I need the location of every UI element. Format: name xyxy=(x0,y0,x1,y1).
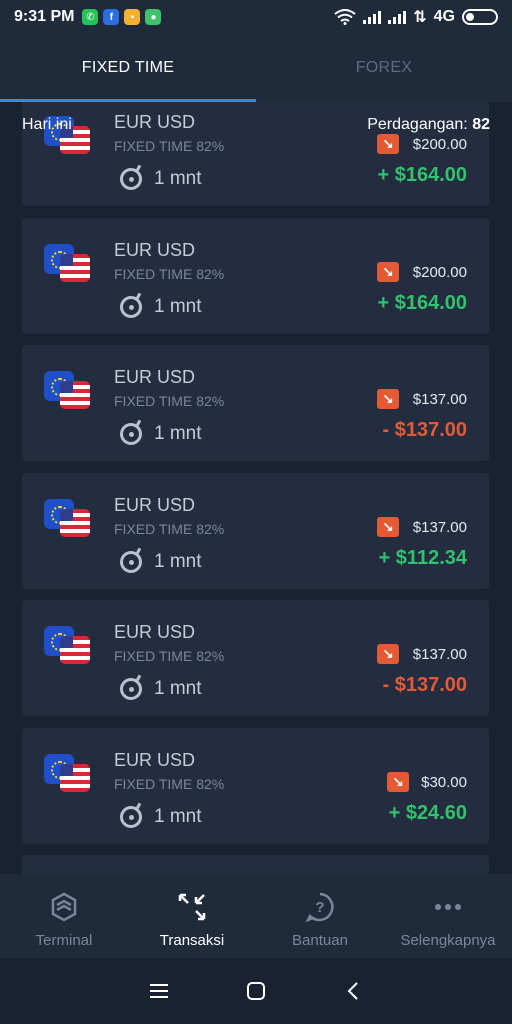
tab-bar: FIXED TIME FOREX xyxy=(0,34,512,102)
facebook-icon: f xyxy=(103,9,120,25)
us-flag-icon xyxy=(60,636,90,664)
signal-icon xyxy=(388,10,407,24)
nav-label: Selengkapnya xyxy=(400,932,496,949)
wifi-icon xyxy=(334,9,356,25)
timer-icon xyxy=(120,168,142,190)
menu-icon[interactable] xyxy=(144,976,174,1006)
trade-card[interactable]: EUR USD FIXED TIME 82% 1 mnt ↘ $200.00 + $164… xyxy=(22,218,489,334)
home-icon[interactable] xyxy=(241,976,271,1006)
us-flag-icon xyxy=(60,254,90,282)
list-header: Hari ini Perdagangan: 82 xyxy=(0,102,512,150)
trade-count-label: Perdagangan: xyxy=(367,116,468,133)
timer-icon xyxy=(120,296,142,318)
trade-count: Perdagangan: 82 xyxy=(367,116,490,134)
us-flag-icon xyxy=(60,381,90,409)
trade-duration: 1 mnt xyxy=(154,806,202,827)
nav-transactions[interactable]: Transaksi xyxy=(128,874,256,958)
timer-icon xyxy=(120,806,142,828)
trade-count-value: 82 xyxy=(472,116,490,133)
trade-result: - $137.00 xyxy=(382,419,467,441)
trade-type: FIXED TIME 82% xyxy=(114,521,225,537)
back-icon[interactable] xyxy=(338,976,368,1006)
signal-icon xyxy=(363,10,382,24)
tab-label: FOREX xyxy=(355,59,413,76)
svg-text:?: ? xyxy=(315,899,324,916)
timer-icon xyxy=(120,551,142,573)
trade-amount: $137.00 xyxy=(412,519,467,536)
arrow-down-icon: ↘ xyxy=(377,644,399,664)
tab-label: FIXED TIME xyxy=(81,59,175,76)
timer-icon xyxy=(120,423,142,445)
nav-help[interactable]: ? Bantuan xyxy=(256,874,384,958)
network-type: 4G xyxy=(433,8,455,25)
system-navigation xyxy=(0,958,512,1024)
trade-duration: 1 mnt xyxy=(154,296,202,317)
trade-duration: 1 mnt xyxy=(154,168,202,189)
trade-card[interactable]: EUR USD FIXED TIME 82% 1 mnt ↘ $137.00 - $137… xyxy=(22,600,489,716)
trade-type: FIXED TIME 82% xyxy=(114,393,225,409)
nav-more[interactable]: Selengkapnya xyxy=(384,874,512,958)
trade-pair: EUR USD xyxy=(114,240,196,260)
tab-forex[interactable]: FOREX xyxy=(256,34,512,102)
trade-result: + $164.00 xyxy=(377,292,467,314)
trade-list[interactable]: EUR USD FIXED TIME 82% 1 mnt ↘ $200.00 + $164… xyxy=(0,102,512,874)
status-time: 9:31 PM xyxy=(14,8,75,25)
trade-pair: EUR USD xyxy=(114,367,196,387)
trade-amount: $200.00 xyxy=(412,264,467,281)
currency-pair-flags xyxy=(44,244,92,284)
terminal-icon xyxy=(49,892,79,922)
us-flag-icon xyxy=(60,764,90,792)
timer-icon xyxy=(120,678,142,700)
transactions-icon xyxy=(177,892,207,922)
battery-icon xyxy=(462,9,498,25)
trade-duration: 1 mnt xyxy=(154,551,202,572)
arrow-down-icon: ↘ xyxy=(377,389,399,409)
message-icon: ▪ xyxy=(124,9,141,25)
status-bar: 9:31 PM ✆ f ▪ ● ⇅ 4G xyxy=(0,0,512,34)
trade-card-partial[interactable] xyxy=(22,855,489,874)
currency-pair-flags xyxy=(44,626,92,666)
currency-pair-flags xyxy=(44,754,92,794)
nav-label: Transaksi xyxy=(159,932,225,949)
trade-amount: $137.00 xyxy=(412,391,467,408)
trade-card[interactable]: EUR USD FIXED TIME 82% 1 mnt ↘ $137.00 + $112… xyxy=(22,473,489,589)
data-arrows-icon: ⇅ xyxy=(413,9,427,26)
more-icon xyxy=(433,892,463,922)
trade-card[interactable]: EUR USD FIXED TIME 82% 1 mnt ↘ $137.00 - $137… xyxy=(22,345,489,461)
tab-fixed-time[interactable]: FIXED TIME xyxy=(0,34,256,102)
nav-label: Terminal xyxy=(35,932,93,949)
trade-type: FIXED TIME 82% xyxy=(114,266,225,282)
nav-terminal[interactable]: Terminal xyxy=(0,874,128,958)
date-filter-label: Hari ini xyxy=(22,116,72,133)
us-flag-icon xyxy=(60,509,90,537)
trade-amount: $137.00 xyxy=(412,646,467,663)
trade-pair: EUR USD xyxy=(114,622,196,642)
trade-duration: 1 mnt xyxy=(154,678,202,699)
trade-duration: 1 mnt xyxy=(154,423,202,444)
trade-result: - $137.00 xyxy=(382,674,467,696)
currency-pair-flags xyxy=(44,371,92,411)
trade-result: + $24.60 xyxy=(388,802,467,824)
trade-result: + $164.00 xyxy=(377,164,467,186)
trade-pair: EUR USD xyxy=(114,750,196,770)
trade-amount: $30.00 xyxy=(421,774,467,791)
android-icon: ● xyxy=(145,9,162,25)
arrow-down-icon: ↘ xyxy=(377,262,399,282)
whatsapp-icon: ✆ xyxy=(82,9,99,25)
trade-pair: EUR USD xyxy=(114,495,196,515)
trade-type: FIXED TIME 82% xyxy=(114,776,225,792)
arrow-down-icon: ↘ xyxy=(387,772,409,792)
trade-result: + $112.34 xyxy=(378,547,467,569)
arrow-down-icon: ↘ xyxy=(377,517,399,537)
bottom-navigation: Terminal Transaksi ? Bantuan Selengkapny… xyxy=(0,874,512,958)
nav-label: Bantuan xyxy=(292,932,348,949)
help-icon: ? xyxy=(305,892,335,922)
trade-type: FIXED TIME 82% xyxy=(114,648,225,664)
currency-pair-flags xyxy=(44,499,92,539)
trade-card[interactable]: EUR USD FIXED TIME 82% 1 mnt ↘ $30.00 + $24.6… xyxy=(22,728,489,844)
